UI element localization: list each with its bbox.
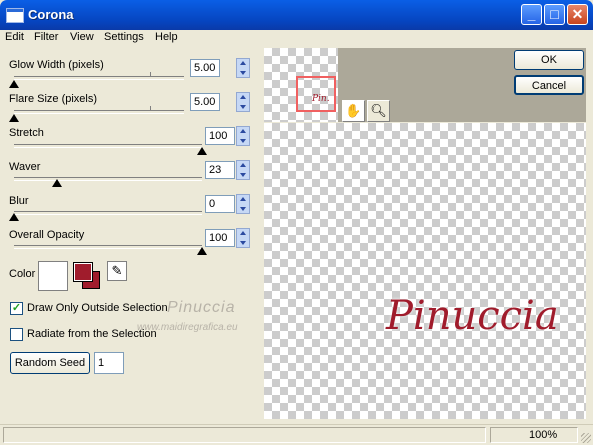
flare-size-track[interactable] <box>14 110 184 114</box>
flare-size-spinner[interactable] <box>236 92 250 112</box>
magnifier-icon: 🔍︎ <box>370 103 387 118</box>
resize-grip[interactable] <box>581 433 591 443</box>
zoom-tool-button[interactable]: 🔍︎ <box>367 100 390 122</box>
close-icon: ✕ <box>571 6 584 22</box>
window-icon <box>6 8 24 23</box>
glow-width-value[interactable]: 5.00 <box>190 59 220 77</box>
maximize-button[interactable]: □ <box>544 4 565 25</box>
window-title: Corona <box>28 7 74 22</box>
maximize-icon: □ <box>550 6 559 22</box>
preview-text: Pinuccia <box>386 293 559 339</box>
glow-width-label: Glow Width (pixels) <box>9 59 104 71</box>
glow-width-tick <box>150 72 151 76</box>
stretch-value[interactable]: 100 <box>205 127 235 145</box>
eyedropper-icon: ✎ <box>111 263 123 278</box>
blur-thumb[interactable] <box>9 213 19 221</box>
glow-width-thumb[interactable] <box>9 80 19 88</box>
hand-icon: ✋ <box>345 103 362 118</box>
opacity-label: Overall Opacity <box>9 229 85 241</box>
stretch-thumb[interactable] <box>197 147 207 155</box>
blur-track[interactable] <box>14 211 202 215</box>
menu-edit[interactable]: Edit <box>5 31 24 43</box>
opacity-value[interactable]: 100 <box>205 229 235 247</box>
status-message <box>3 427 486 443</box>
flare-size-value[interactable]: 5.00 <box>190 93 220 111</box>
blur-label: Blur <box>9 195 29 207</box>
stretch-track[interactable] <box>14 144 202 148</box>
draw-only-outside-checkbox[interactable]: ✓ <box>10 302 23 315</box>
watermark-url: www.maidiregrafica.eu <box>137 322 238 333</box>
menu-help[interactable]: Help <box>155 31 178 43</box>
blur-value[interactable]: 0 <box>205 195 235 213</box>
glow-width-track[interactable] <box>14 76 184 80</box>
minimize-button[interactable]: _ <box>521 4 542 25</box>
cancel-button[interactable]: Cancel <box>514 75 584 95</box>
opacity-spinner[interactable] <box>236 228 250 248</box>
blur-spinner[interactable] <box>236 194 250 214</box>
waver-label: Waver <box>9 161 41 173</box>
title-bar: Corona _ □ ✕ <box>0 0 593 30</box>
navigator-thumbnail[interactable]: Pin. <box>264 48 338 122</box>
flare-size-label: Flare Size (pixels) <box>9 93 98 105</box>
radiate-checkbox[interactable] <box>10 328 23 341</box>
waver-value[interactable]: 23 <box>205 161 235 179</box>
status-bar: 100% <box>0 424 593 445</box>
menu-filter[interactable]: Filter <box>34 31 58 43</box>
ok-button[interactable]: OK <box>514 50 584 70</box>
pan-tool-button[interactable]: ✋ <box>342 100 365 122</box>
waver-thumb[interactable] <box>52 179 63 187</box>
waver-track[interactable] <box>14 177 202 181</box>
checkmark-icon: ✓ <box>11 302 22 314</box>
watermark-name: Pinuccia <box>167 299 236 316</box>
color-pair-swatch[interactable] <box>72 261 102 291</box>
flare-size-tick <box>150 106 151 110</box>
close-button[interactable]: ✕ <box>567 4 588 25</box>
zoom-level: 100% <box>490 427 578 443</box>
stretch-spinner[interactable] <box>236 126 250 146</box>
menu-view[interactable]: View <box>70 31 94 43</box>
color-label: Color <box>9 268 36 280</box>
waver-spinner[interactable] <box>236 160 250 180</box>
glow-width-spinner[interactable] <box>236 58 250 78</box>
menu-bar: Edit Filter View Settings Help <box>0 30 593 46</box>
minimize-icon: _ <box>527 6 536 22</box>
random-seed-button[interactable]: Random Seed <box>10 352 90 374</box>
draw-only-outside-label: Draw Only Outside Selection <box>27 302 168 314</box>
flare-size-thumb[interactable] <box>9 114 19 122</box>
thumbnail-text: Pin. <box>312 94 330 104</box>
menu-settings[interactable]: Settings <box>104 31 144 43</box>
stretch-label: Stretch <box>9 127 44 139</box>
opacity-thumb[interactable] <box>197 247 207 255</box>
random-seed-input[interactable]: 1 <box>94 352 124 374</box>
eyedropper-button[interactable]: ✎ <box>107 261 127 281</box>
primary-color-swatch[interactable] <box>38 261 68 291</box>
preview-canvas[interactable]: Pinuccia <box>264 123 586 419</box>
opacity-track[interactable] <box>14 245 202 249</box>
